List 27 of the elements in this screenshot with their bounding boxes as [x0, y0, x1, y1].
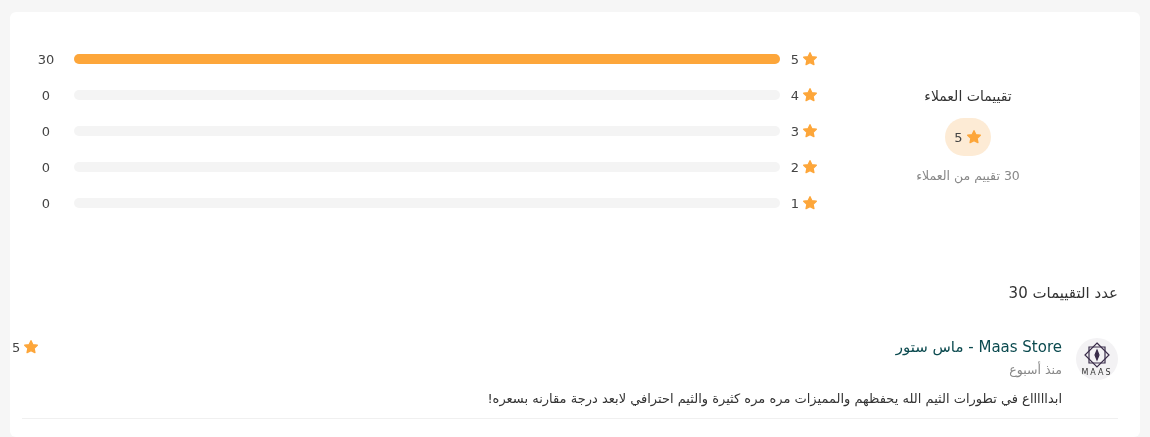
- reviews-heading: عدد التقييمات 30: [1007, 284, 1118, 302]
- rating-count: 30 تقييم من العملاء: [916, 168, 1020, 183]
- star-icon: [23, 339, 40, 355]
- star-icon: [802, 159, 818, 175]
- ornament-icon: [1084, 341, 1110, 368]
- rating-count-value: 30: [36, 51, 56, 67]
- star-level-label: 5: [790, 51, 799, 67]
- star-level-label: 3: [790, 123, 799, 139]
- review-rating: 5: [12, 339, 21, 355]
- star-icon: [802, 123, 818, 139]
- star-level-label: 2: [790, 159, 799, 175]
- star-icon: [802, 51, 818, 67]
- star-icon: [802, 87, 818, 103]
- rating-title: تقييمات العملاء: [924, 88, 1012, 104]
- rating-count-value: 0: [40, 123, 52, 139]
- review-time: منذ أسبوع: [1008, 362, 1062, 377]
- review-text: ابداااااع في تطورات الثيم الله يحفظهم والمميزات مره مره كثيرة والثيم احترافي لابعد درجة مقارنه بسعره!: [486, 391, 1062, 406]
- reviewer-name[interactable]: Maas Store - ماس ستور: [895, 338, 1062, 356]
- rating-count-value: 0: [40, 87, 52, 103]
- average-rating: 5: [954, 129, 963, 145]
- rating-count-value: 0: [40, 159, 52, 175]
- star-level-label: 4: [790, 87, 799, 103]
- rating-count-value: 0: [40, 195, 52, 211]
- star-level-label: 1: [790, 195, 799, 211]
- star-icon: [802, 195, 818, 211]
- logo-text: MAAS: [1081, 367, 1113, 377]
- star-icon: [965, 129, 982, 145]
